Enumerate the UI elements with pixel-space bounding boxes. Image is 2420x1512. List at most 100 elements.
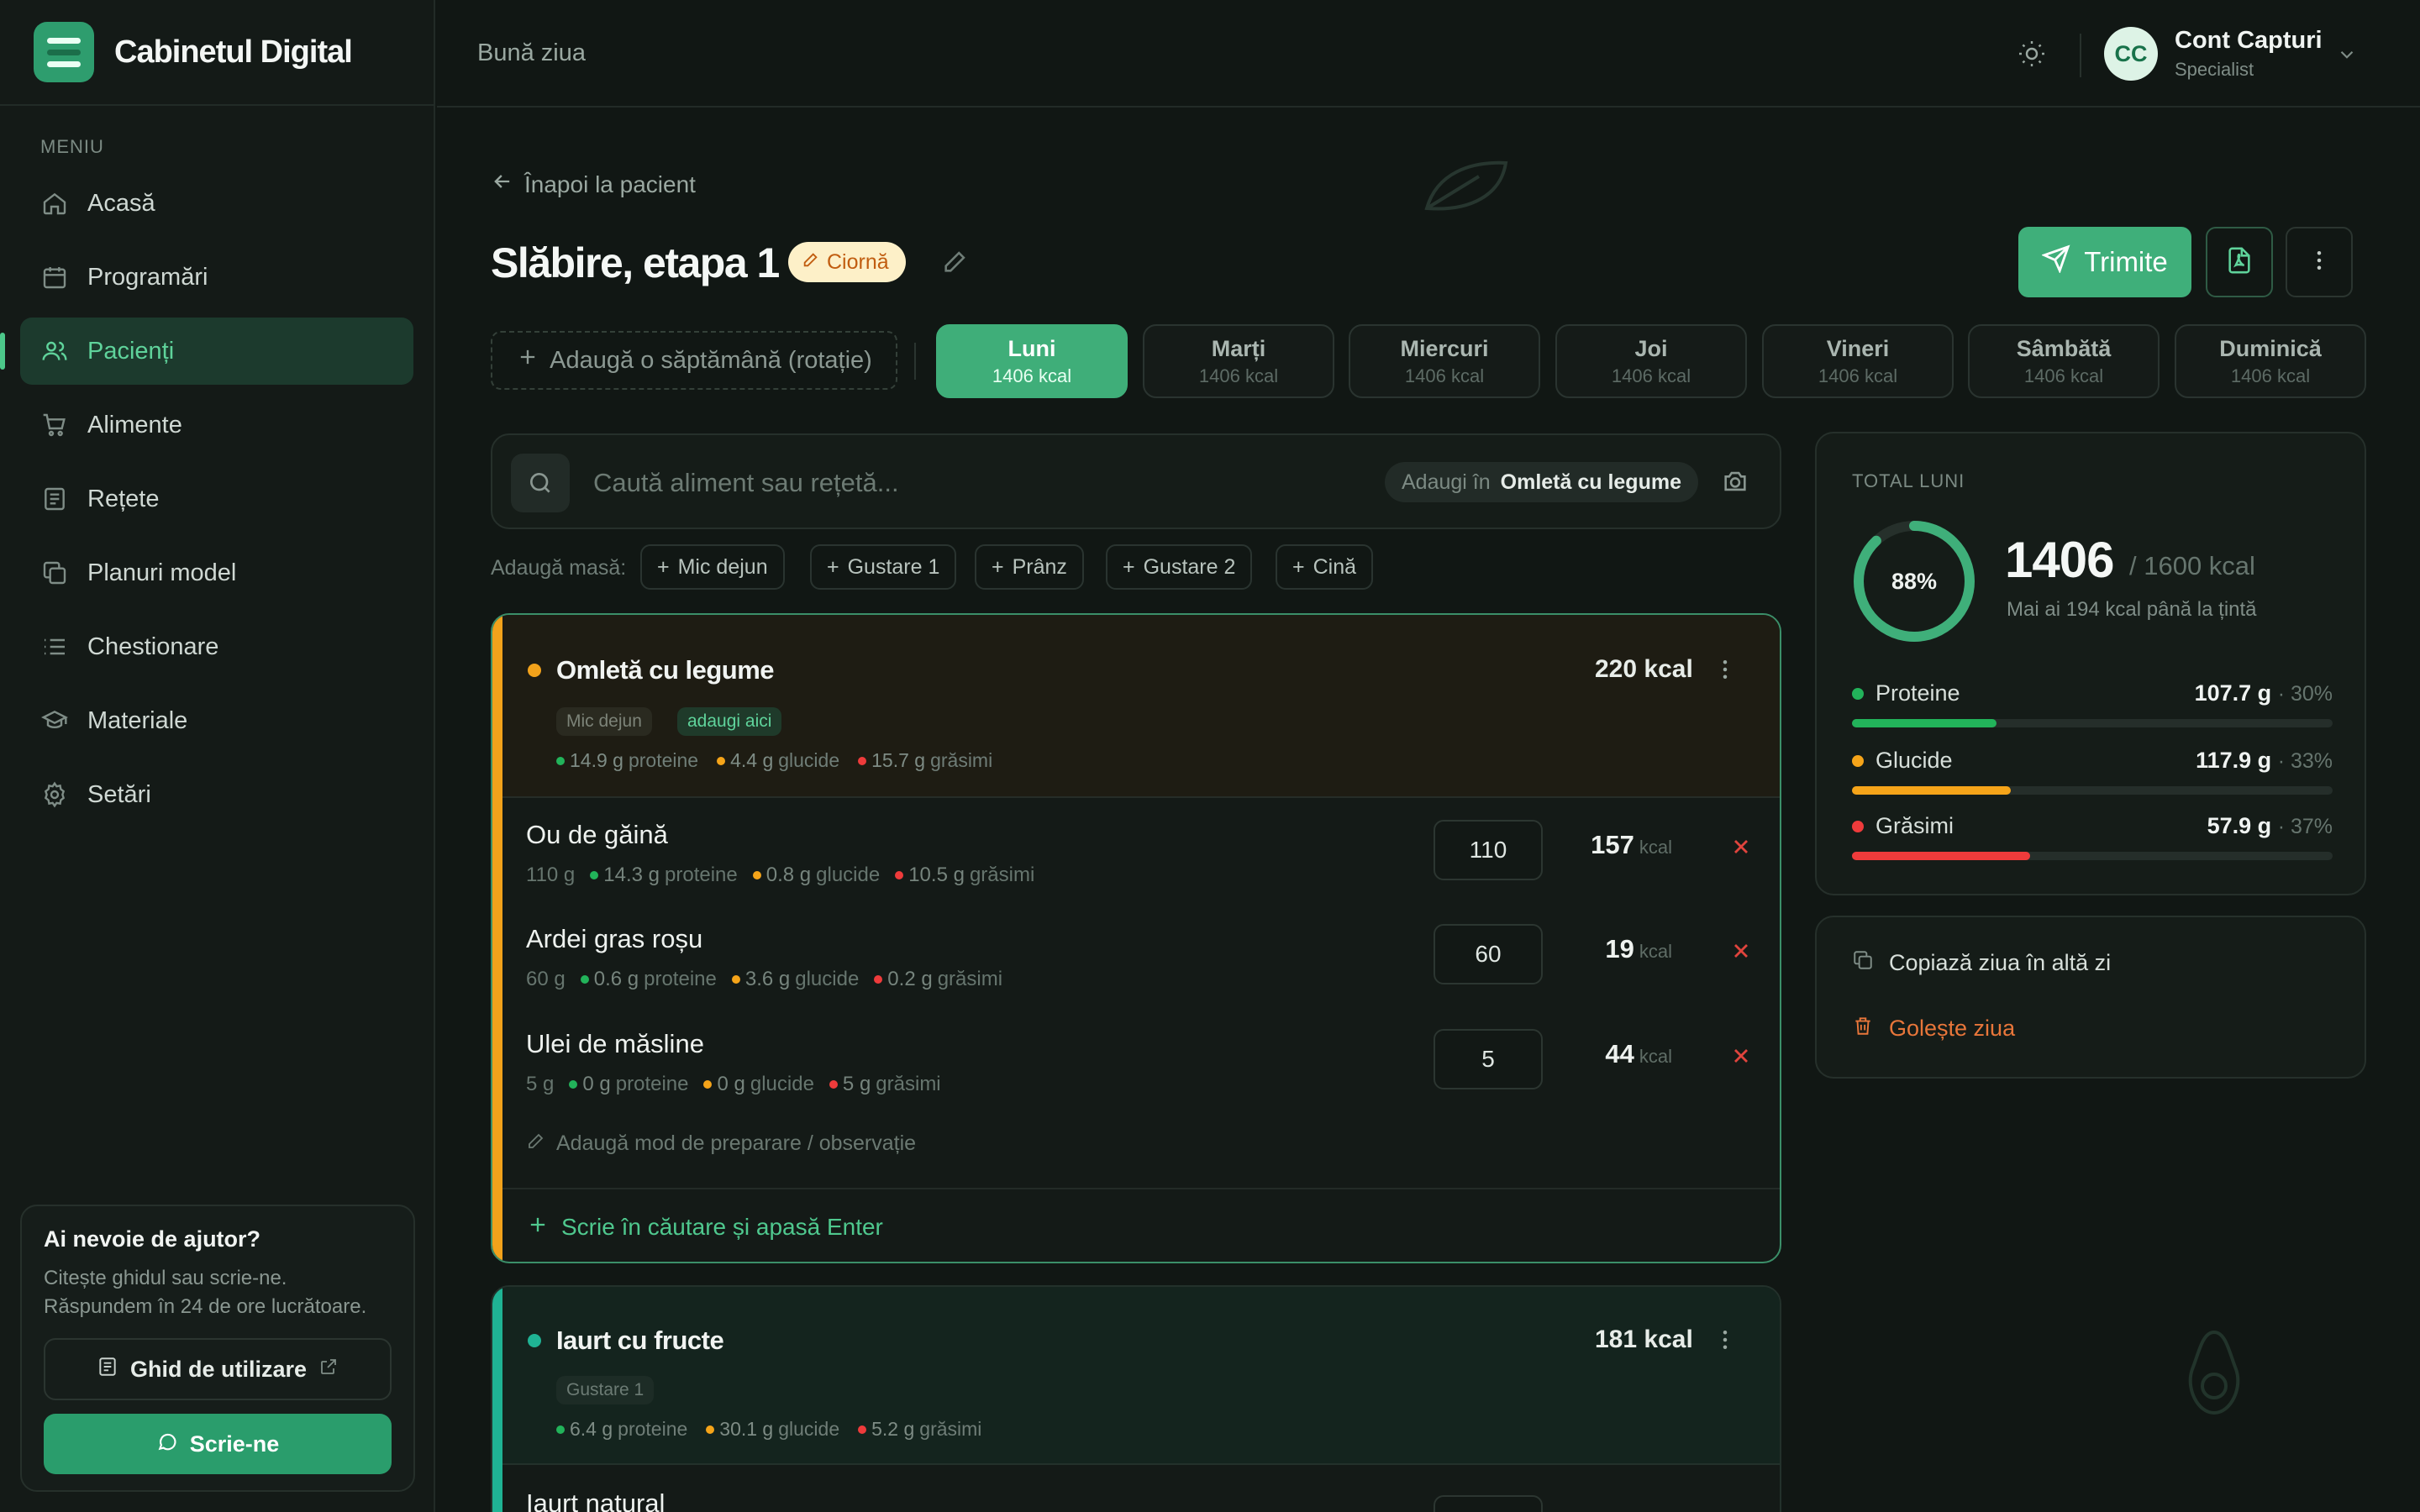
theme-toggle-sun-icon[interactable] bbox=[2017, 39, 2047, 73]
food-name: Ardei gras roșu bbox=[526, 924, 703, 953]
copy-day-button[interactable]: Copiază ziua în altă zi bbox=[1852, 949, 2111, 977]
add-meal-gustare-2[interactable]: + Gustare 2 bbox=[1106, 544, 1253, 590]
sidebar-item-label: Chestionare bbox=[87, 633, 219, 660]
calendar-icon bbox=[40, 263, 69, 291]
search-input[interactable] bbox=[593, 460, 1349, 506]
quantity-input[interactable] bbox=[1434, 1029, 1543, 1089]
macro-progress-track bbox=[1852, 852, 2333, 860]
day-name: Miercuri bbox=[1400, 335, 1489, 361]
brand[interactable]: Cabinetul Digital bbox=[0, 0, 434, 106]
remove-food-close-icon[interactable] bbox=[1729, 939, 1753, 967]
macro-name: Proteine bbox=[1876, 680, 1960, 706]
sidebar-item-setari[interactable]: Setări bbox=[20, 761, 413, 828]
quantity-input[interactable] bbox=[1434, 924, 1543, 984]
copy-day-label: Copiază ziua în altă zi bbox=[1889, 950, 2112, 975]
food-grams: 5 g bbox=[526, 1073, 555, 1095]
sidebar-item-programari[interactable]: Programări bbox=[20, 244, 413, 311]
clear-day-button[interactable]: Golește ziua bbox=[1852, 1015, 2015, 1042]
meal-header[interactable]: Omletă cu legume 220 kcal Mic dejun adau… bbox=[502, 615, 1780, 798]
add-meal-cina[interactable]: + Cină bbox=[1276, 544, 1374, 590]
meal-kebab-icon[interactable] bbox=[1712, 1326, 1738, 1358]
add-into-badge[interactable]: Adaugi în Omletă cu legume bbox=[1385, 462, 1698, 502]
food-macros: 5 g 0 g proteine 0 g glucide 5 g grăsimi bbox=[526, 1073, 941, 1096]
sidebar-item-alimente[interactable]: Alimente bbox=[20, 391, 413, 459]
chevron-down-icon[interactable] bbox=[2336, 44, 2358, 70]
kcal-total: 1406 bbox=[2005, 532, 2114, 588]
avatar[interactable]: CC bbox=[2104, 27, 2158, 81]
search-icon[interactable] bbox=[511, 454, 570, 512]
plus-icon bbox=[526, 1213, 550, 1242]
plus-icon: + bbox=[657, 554, 670, 579]
write-us-button[interactable]: Scrie-ne bbox=[44, 1414, 392, 1474]
pdf-export-button[interactable] bbox=[2206, 227, 2273, 297]
sidebar-item-pacienti[interactable]: Pacienți bbox=[0, 318, 413, 385]
add-week-button[interactable]: Adaugă o săptămână (rotație) bbox=[491, 331, 897, 390]
avocado-decoration-icon bbox=[2185, 1327, 2244, 1424]
tab-day-miercuri[interactable]: Miercuri 1406 kcal bbox=[1349, 324, 1540, 398]
sidebar-item-label: Planuri model bbox=[87, 559, 237, 586]
external-link-icon bbox=[318, 1357, 339, 1383]
user-name[interactable]: Cont Capturi bbox=[2175, 27, 2323, 55]
macro-protein: 0 g proteine bbox=[569, 1073, 688, 1096]
meal-tag: Mic dejun bbox=[556, 707, 652, 736]
note-label: Adaugă mod de preparare / observație bbox=[556, 1131, 917, 1155]
topbar-divider bbox=[2080, 34, 2081, 77]
meal-header[interactable]: Iaurt cu fructe 181 kcal Gustare 1 6.4 g… bbox=[502, 1287, 1780, 1465]
add-meal-pranz[interactable]: + Prânz bbox=[975, 544, 1084, 590]
send-button[interactable]: Trimite bbox=[2018, 227, 2191, 297]
sidebar-item-label: Alimente bbox=[87, 411, 182, 438]
food-kcal: 44 kcal bbox=[1605, 1039, 1672, 1068]
meal-tag: Gustare 1 bbox=[556, 1376, 655, 1404]
search-enter-hint[interactable]: Scrie în căutare și apasă Enter bbox=[502, 1188, 1780, 1262]
pdf-file-icon bbox=[2225, 246, 2254, 279]
menu-title: MENIU bbox=[40, 136, 104, 157]
tab-day-marti[interactable]: Marți 1406 kcal bbox=[1143, 324, 1334, 398]
kcal-target: / 1600 kcal bbox=[2129, 551, 2255, 580]
tab-day-sambata[interactable]: Sâmbătă 1406 kcal bbox=[1968, 324, 2160, 398]
copy-icon bbox=[1852, 949, 1874, 977]
preparation-note-link[interactable]: Adaugă mod de preparare / observație bbox=[526, 1131, 916, 1157]
day-kcal: 1406 kcal bbox=[2023, 365, 2104, 386]
sidebar-item-chestionare[interactable]: Chestionare bbox=[20, 613, 413, 680]
edit-title-pencil-icon[interactable] bbox=[941, 247, 970, 280]
remove-food-close-icon[interactable] bbox=[1729, 1044, 1753, 1072]
sidebar-item-acasa[interactable]: Acasă bbox=[20, 170, 413, 237]
tab-day-luni[interactable]: Luni 1406 kcal bbox=[936, 324, 1128, 398]
tab-day-duminica[interactable]: Duminică 1406 kcal bbox=[2175, 324, 2366, 398]
sidebar-item-materiale[interactable]: Materiale bbox=[20, 687, 413, 754]
help-text: Citește ghidul sau scrie-ne. Răspundem î… bbox=[44, 1267, 367, 1318]
kcal-remaining: Mai ai 194 kcal până la țintă bbox=[2007, 598, 2257, 621]
macro-progress-track bbox=[1852, 786, 2333, 795]
food-grams: 60 g bbox=[526, 968, 566, 990]
day-kcal: 1406 kcal bbox=[1611, 365, 1691, 386]
gear-icon bbox=[40, 780, 69, 809]
day-actions-card: Copiază ziua în altă zi Golește ziua bbox=[1815, 916, 2366, 1079]
food-row: Ou de găină 110 g 14.3 g proteine 0.8 g gl… bbox=[526, 806, 1780, 907]
food-kcal: 157 kcal bbox=[1591, 830, 1672, 859]
camera-icon[interactable] bbox=[1721, 467, 1749, 500]
sidebar-item-label: Rețete bbox=[87, 485, 160, 512]
remove-food-close-icon[interactable] bbox=[1729, 835, 1753, 863]
quantity-input[interactable] bbox=[1434, 820, 1543, 880]
tab-day-vineri[interactable]: Vineri 1406 kcal bbox=[1762, 324, 1954, 398]
add-meal-mic-dejun[interactable]: + Mic dejun bbox=[640, 544, 785, 590]
trash-icon bbox=[1852, 1015, 1874, 1042]
meal-kebab-icon[interactable] bbox=[1712, 655, 1738, 688]
sidebar-item-retete[interactable]: Rețete bbox=[20, 465, 413, 533]
macro-percent: · 33% bbox=[2277, 749, 2333, 773]
macro-carbs: 0.8 g glucide bbox=[752, 864, 880, 887]
plus-icon: + bbox=[1292, 554, 1305, 579]
sidebar: Cabinetul Digital MENIU Acasă Programări… bbox=[0, 0, 435, 1512]
food-macros: 110 g 14.3 g proteine 0.8 g glucide 10.5 g… bbox=[526, 864, 1034, 887]
sidebar-item-label: Setări bbox=[87, 780, 151, 808]
back-to-patient-link[interactable]: Înapoi la pacient bbox=[491, 170, 696, 199]
guide-button[interactable]: Ghid de utilizare bbox=[44, 1338, 392, 1400]
tab-day-joi[interactable]: Joi 1406 kcal bbox=[1555, 324, 1747, 398]
user-role: Specialist bbox=[2175, 59, 2254, 80]
add-meal-gustare-1[interactable]: + Gustare 1 bbox=[810, 544, 957, 590]
day-totals-card: TOTAL LUNI 88% 1406 / 1600 kcal Mai ai 1… bbox=[1815, 432, 2366, 895]
sidebar-item-planuri-model[interactable]: Planuri model bbox=[20, 539, 413, 606]
quantity-input[interactable] bbox=[1434, 1495, 1543, 1512]
more-options-button[interactable] bbox=[2286, 227, 2353, 297]
meal-color-bar bbox=[492, 615, 502, 1262]
